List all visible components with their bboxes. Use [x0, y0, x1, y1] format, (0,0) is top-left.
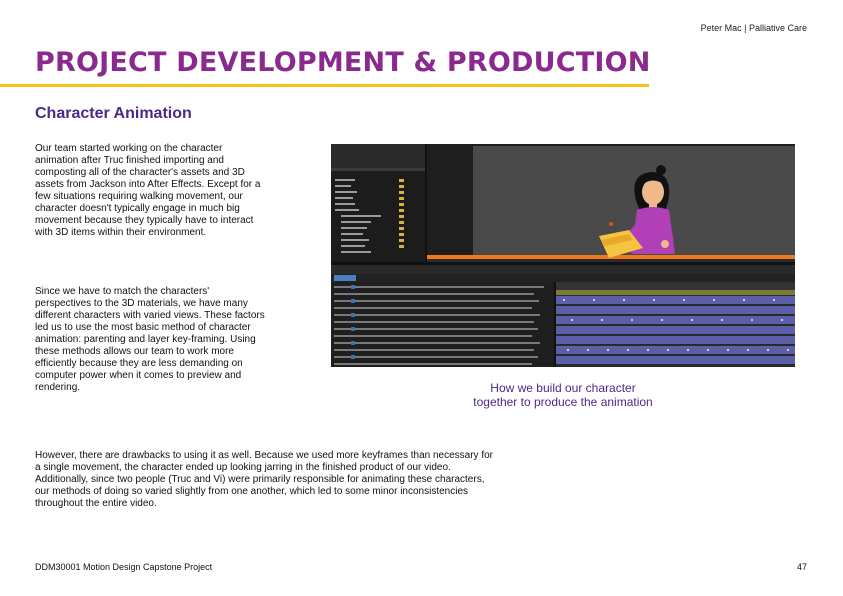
figure-caption: How we build our character together to p…	[331, 381, 795, 409]
footer-course: DDM30001 Motion Design Capstone Project	[35, 562, 213, 572]
header-course-tag: Peter Mac | Palliative Care	[700, 23, 807, 33]
page-number: 47	[796, 562, 807, 572]
page-title: PROJECT DEVELOPMENT & PRODUCTION	[35, 47, 651, 78]
title-underline	[0, 84, 649, 87]
caption-line-1: How we build our character	[490, 381, 636, 395]
paragraph-drawbacks: However, there are drawbacks to using it…	[35, 450, 493, 509]
caption-line-2: together to produce the animation	[473, 395, 653, 409]
paragraph-workflow: Our team started working on the characte…	[35, 143, 261, 238]
after-effects-illustration	[331, 144, 795, 367]
after-effects-screenshot	[331, 144, 795, 367]
section-heading: Character Animation	[35, 105, 192, 122]
paragraph-method: Since we have to match the characters' p…	[35, 286, 265, 393]
